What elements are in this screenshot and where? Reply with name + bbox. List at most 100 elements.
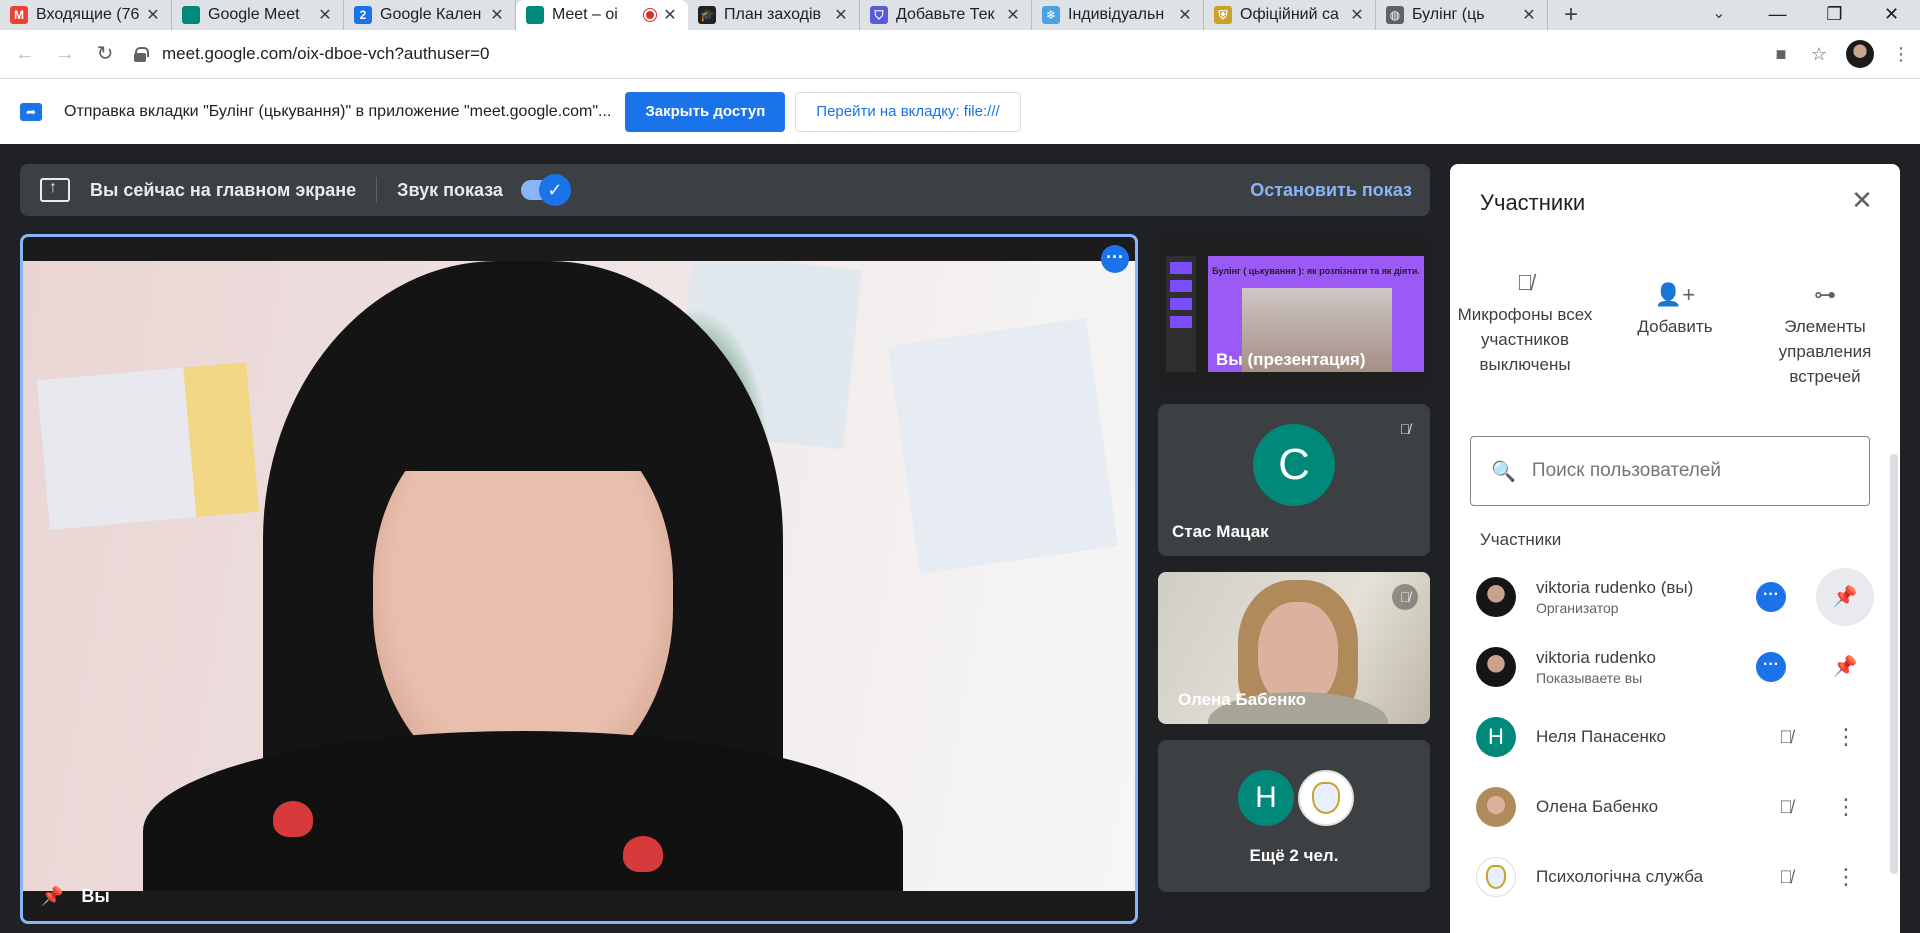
presenting-bar: Вы сейчас на главном экране Звук показа … <box>20 164 1430 216</box>
pin-icon[interactable]: 📌 <box>41 886 63 907</box>
star-icon[interactable]: ☆ <box>1800 44 1838 65</box>
participants-section-label: Участники <box>1480 530 1562 549</box>
close-tab-icon[interactable]: ✕ <box>1177 5 1193 25</box>
pin-icon[interactable]: 📌 <box>1816 638 1874 696</box>
url-field[interactable]: meet.google.com/oix-dboe-vch?authuser=0 <box>134 44 489 64</box>
mic-off-icon: 🎙̸ <box>1399 421 1411 437</box>
close-tab-icon[interactable]: ✕ <box>145 5 161 25</box>
maximize-button[interactable]: ❐ <box>1806 0 1863 30</box>
tab-title: Добавьте Тек <box>896 6 995 23</box>
reload-button[interactable]: ↻ <box>90 39 120 69</box>
kebab-menu-icon[interactable]: ⋮ <box>1826 864 1866 890</box>
stop-presenting-button[interactable]: Остановить показ <box>1250 164 1412 216</box>
tile-more-options-button[interactable]: ··· <box>1101 245 1129 273</box>
browser-tab[interactable]: Meet – oi ✕ <box>516 0 688 30</box>
avatar <box>1476 647 1516 687</box>
stop-sharing-button[interactable]: Закрыть доступ <box>625 91 786 132</box>
participant-row[interactable]: viktoria rudenko Показываете вы ··· 📌 <box>1450 632 1880 702</box>
main-video-tile[interactable]: ··· 📌 Вы <box>20 234 1138 924</box>
tab-title: План заходів <box>724 6 822 23</box>
more-options-icon[interactable]: ··· <box>1756 582 1786 612</box>
forward-button[interactable]: → <box>50 39 80 69</box>
main-tile-name: Вы <box>81 886 110 906</box>
lock-icon[interactable] <box>134 47 149 62</box>
presentation-tile[interactable]: Булінг ( цькування ): як розпізнати та я… <box>1158 234 1430 390</box>
profile-avatar[interactable] <box>1846 40 1874 68</box>
participant-row[interactable]: Психологічна служба 🎙̸ ⋮ <box>1450 842 1880 912</box>
avatar <box>1476 577 1516 617</box>
browser-tab[interactable]: ◍ Булінг (ць ✕ <box>1376 0 1548 30</box>
back-button[interactable]: ← <box>10 39 40 69</box>
browser-tab[interactable]: 2 Google Кален ✕ <box>344 0 516 30</box>
close-window-button[interactable]: ✕ <box>1863 0 1920 30</box>
calendar-icon: 2 <box>354 6 372 24</box>
url-text: meet.google.com/oix-dboe-vch?authuser=0 <box>162 44 490 63</box>
camera-icon[interactable]: ■ <box>1762 44 1800 65</box>
tab-title: Google Кален <box>380 6 482 23</box>
globe-icon: ◍ <box>1386 6 1404 24</box>
meet-stage: Вы сейчас на главном экране Звук показа … <box>0 144 1920 933</box>
meet-icon <box>526 6 544 24</box>
avatar <box>1476 787 1516 827</box>
kebab-menu-icon[interactable]: ⋮ <box>1826 794 1866 820</box>
close-tab-icon[interactable]: ✕ <box>1521 5 1537 25</box>
browser-tab[interactable]: 🎓 План заходів ✕ <box>688 0 860 30</box>
close-tab-icon[interactable]: ✕ <box>489 5 505 25</box>
participant-tile[interactable]: 🎙̸ С Стас Мацак <box>1158 404 1430 556</box>
participant-avatar: Н <box>1238 770 1294 826</box>
search-icon: 🔍 <box>1491 460 1516 483</box>
new-tab-button[interactable]: + <box>1556 0 1586 30</box>
close-tab-icon[interactable]: ✕ <box>1349 5 1365 25</box>
panel-scrollbar[interactable] <box>1890 454 1898 874</box>
avatar-group: Н <box>1238 770 1354 826</box>
check-icon: ✓ <box>538 174 571 206</box>
tile-name: Стас Мацак <box>1172 522 1269 541</box>
unpin-icon[interactable]: 📌 <box>1816 568 1874 626</box>
mic-off-icon[interactable]: 🎙̸ <box>1766 797 1806 818</box>
add-people-action[interactable]: 👤+ Добавить <box>1605 264 1745 404</box>
participant-row[interactable]: Н Неля Панасенко 🎙̸ ⋮ <box>1450 702 1880 772</box>
presenting-status: Вы сейчас на главном экране <box>90 179 357 200</box>
tab-title: Офіційний са <box>1240 6 1339 23</box>
mic-off-icon[interactable]: 🎙̸ <box>1766 867 1806 888</box>
presentation-sound-label: Звук показа <box>397 179 503 200</box>
tab-search-dropdown[interactable]: ⌄ <box>1704 0 1734 30</box>
browser-tab[interactable]: ⛉ Добавьте Тек ✕ <box>860 0 1032 30</box>
close-tab-icon[interactable]: ✕ <box>1005 5 1021 25</box>
kebab-menu-icon[interactable]: ⋮ <box>1882 44 1920 65</box>
search-input[interactable] <box>1531 460 1852 482</box>
mic-off-icon: 🎙̸ <box>1516 270 1534 295</box>
tab-title: Індивідуальн <box>1068 6 1165 23</box>
search-users[interactable]: 🔍 <box>1470 436 1870 506</box>
participant-row[interactable]: viktoria rudenko (вы) Организатор ··· 📌 <box>1450 562 1880 632</box>
browser-tab[interactable]: ❄ Індивідуальн ✕ <box>1032 0 1204 30</box>
psych-service-logo <box>1298 770 1354 826</box>
more-options-icon[interactable]: ··· <box>1756 652 1786 682</box>
browser-tab[interactable]: Google Meet ✕ <box>172 0 344 30</box>
kebab-menu-icon[interactable]: ⋮ <box>1826 724 1866 750</box>
switch-to-tab-button[interactable]: Перейти на вкладку: file:/// <box>795 91 1021 132</box>
minimize-button[interactable]: — <box>1749 0 1806 30</box>
browser-tab[interactable]: M Входящие (76 ✕ <box>0 0 172 30</box>
mic-off-icon[interactable]: 🎙̸ <box>1766 727 1806 748</box>
infobar-text: Отправка вкладки "Булінг (цькування)" в … <box>64 102 612 120</box>
close-tab-icon[interactable]: ✕ <box>833 5 849 25</box>
snowflake-icon: ❄ <box>1042 6 1060 24</box>
mute-all-action[interactable]: 🎙̸ Микрофоны всех участников выключены <box>1455 264 1595 404</box>
main-video-frame <box>23 261 1135 891</box>
presentation-sound-toggle[interactable]: ✓ <box>520 174 571 206</box>
close-tab-icon[interactable]: ✕ <box>317 5 333 25</box>
browser-tab[interactable]: ⛨ Офіційний са ✕ <box>1204 0 1376 30</box>
tab-title: Булінг (ць <box>1412 6 1485 23</box>
participant-row[interactable]: Олена Бабенко 🎙̸ ⋮ <box>1450 772 1880 842</box>
panel-actions: 🎙̸ Микрофоны всех участников выключены 👤… <box>1450 264 1900 404</box>
participant-tile[interactable]: 🎙̸ Олена Бабенко <box>1158 572 1430 724</box>
present-screen-icon <box>40 178 70 202</box>
host-controls-action[interactable]: ⊶ Элементы управления встречей <box>1755 264 1895 404</box>
close-icon[interactable]: ✕ <box>1846 184 1878 216</box>
tab-title: Google Meet <box>208 6 300 23</box>
more-participants-tile[interactable]: Н Ещё 2 чел. <box>1158 740 1430 892</box>
close-tab-icon[interactable]: ✕ <box>662 5 678 25</box>
meet-icon <box>182 6 200 24</box>
emblem-icon: ⛨ <box>1214 6 1232 24</box>
